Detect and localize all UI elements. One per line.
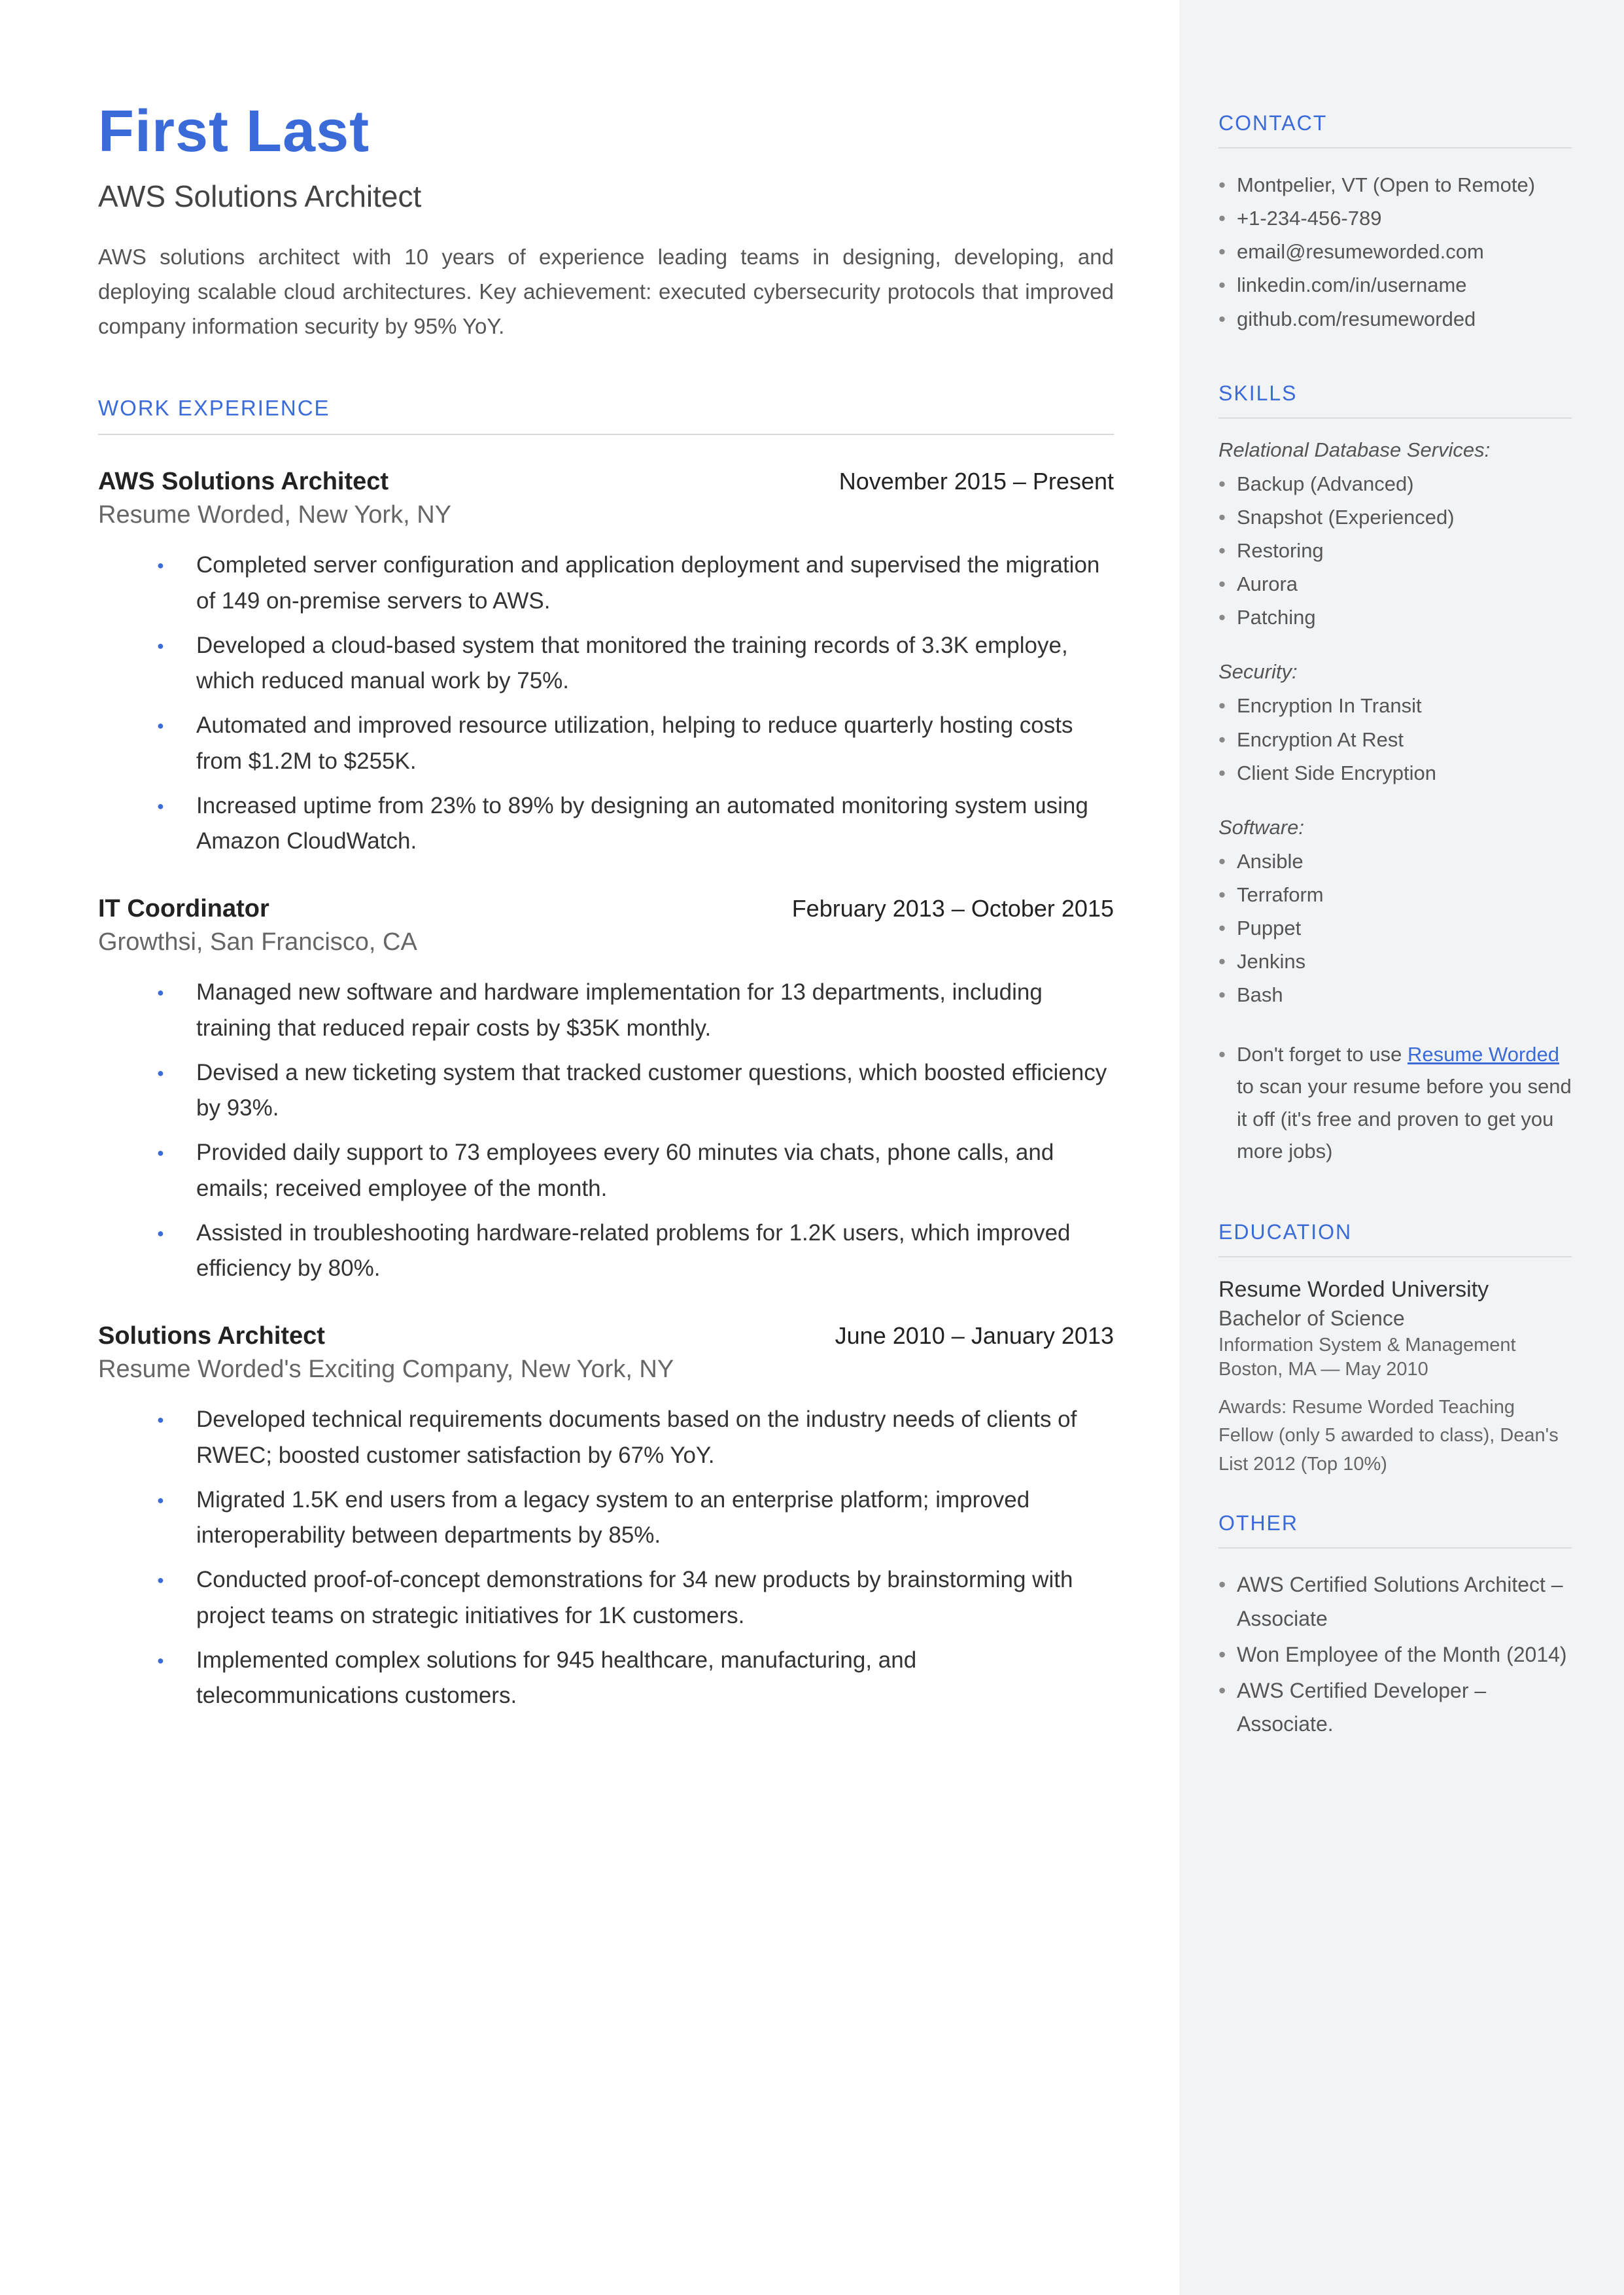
- note-suffix: to scan your resume before you send it o…: [1237, 1075, 1572, 1163]
- skill-item: Puppet: [1218, 911, 1572, 945]
- note-prefix: Don't forget to use: [1237, 1043, 1408, 1066]
- contact-item: github.com/resumeworded: [1218, 302, 1572, 336]
- contact-list: Montpelier, VT (Open to Remote)+1-234-45…: [1218, 168, 1572, 336]
- bullet-item: Developed technical requirements documen…: [170, 1402, 1114, 1473]
- person-name: First Last: [98, 98, 1114, 166]
- job-title: IT Coordinator: [98, 895, 269, 923]
- bullet-item: Assisted in troubleshooting hardware-rel…: [170, 1216, 1114, 1287]
- bullet-item: Automated and improved resource utilizat…: [170, 708, 1114, 779]
- divider: [1218, 1547, 1572, 1549]
- other-list: AWS Certified Solutions Architect – Asso…: [1218, 1568, 1572, 1741]
- job-dates: February 2013 – October 2015: [792, 895, 1114, 922]
- work-experience-heading: WORK EXPERIENCE: [98, 396, 1114, 421]
- job-company: Growthsi, San Francisco, CA: [98, 928, 1114, 956]
- skill-group: Software: AnsibleTerraformPuppetJenkinsBa…: [1218, 816, 1572, 1012]
- contact-item: email@resumeworded.com: [1218, 235, 1572, 268]
- contact-item: +1-234-456-789: [1218, 201, 1572, 235]
- bullet-item: Implemented complex solutions for 945 he…: [170, 1643, 1114, 1714]
- other-item: AWS Certified Solutions Architect – Asso…: [1218, 1568, 1572, 1635]
- skill-item: Jenkins: [1218, 945, 1572, 978]
- job-dates: November 2015 – Present: [839, 468, 1114, 495]
- job-title: Solutions Architect: [98, 1322, 325, 1350]
- job-bullets: Developed technical requirements documen…: [98, 1402, 1114, 1713]
- contact-item: Montpelier, VT (Open to Remote): [1218, 168, 1572, 201]
- summary-text: AWS solutions architect with 10 years of…: [98, 240, 1114, 343]
- education-heading: EDUCATION: [1218, 1220, 1572, 1244]
- job-dates: June 2010 – January 2013: [835, 1322, 1114, 1350]
- contact-item: linkedin.com/in/username: [1218, 268, 1572, 302]
- other-heading: OTHER: [1218, 1511, 1572, 1535]
- skill-list: Backup (Advanced)Snapshot (Experienced)R…: [1218, 467, 1572, 635]
- skill-item: Encryption In Transit: [1218, 689, 1572, 722]
- skill-item: Bash: [1218, 978, 1572, 1011]
- job-entry: AWS Solutions Architect November 2015 – P…: [98, 468, 1114, 859]
- bullet-item: Developed a cloud-based system that moni…: [170, 628, 1114, 699]
- skill-group: Relational Database Services: Backup (Adv…: [1218, 438, 1572, 635]
- divider: [1218, 417, 1572, 419]
- contact-heading: CONTACT: [1218, 111, 1572, 135]
- skill-group-title: Security:: [1218, 660, 1572, 684]
- education-degree: Bachelor of Science: [1218, 1306, 1572, 1331]
- education-awards: Awards: Resume Worded Teaching Fellow (o…: [1218, 1393, 1572, 1479]
- skill-group-title: Relational Database Services:: [1218, 438, 1572, 462]
- sidebar: CONTACT Montpelier, VT (Open to Remote)+…: [1179, 0, 1624, 2295]
- skill-list: Encryption In TransitEncryption At RestC…: [1218, 689, 1572, 789]
- job-title: AWS Solutions Architect: [98, 468, 389, 496]
- skill-item: Aurora: [1218, 567, 1572, 601]
- bullet-item: Conducted proof-of-concept demonstration…: [170, 1562, 1114, 1634]
- skill-item: Snapshot (Experienced): [1218, 500, 1572, 534]
- education-location: Boston, MA — May 2010: [1218, 1359, 1572, 1380]
- education-field: Information System & Management: [1218, 1335, 1572, 1356]
- skill-item: Backup (Advanced): [1218, 467, 1572, 500]
- job-entry: IT Coordinator February 2013 – October 20…: [98, 895, 1114, 1286]
- resume-worded-link[interactable]: Resume Worded: [1408, 1043, 1559, 1066]
- skill-list: AnsibleTerraformPuppetJenkinsBash: [1218, 845, 1572, 1012]
- job-company: Resume Worded, New York, NY: [98, 501, 1114, 529]
- divider: [1218, 1256, 1572, 1257]
- skill-group-title: Software:: [1218, 816, 1572, 839]
- education-block: Resume Worded University Bachelor of Sci…: [1218, 1277, 1572, 1479]
- job-entry: Solutions Architect June 2010 – January 2…: [98, 1322, 1114, 1713]
- bullet-item: Increased uptime from 23% to 89% by desi…: [170, 788, 1114, 860]
- job-bullets: Completed server configuration and appli…: [98, 548, 1114, 859]
- bullet-item: Devised a new ticketing system that trac…: [170, 1055, 1114, 1127]
- skill-item: Encryption At Rest: [1218, 723, 1572, 756]
- divider: [98, 434, 1114, 435]
- job-bullets: Managed new software and hardware implem…: [98, 975, 1114, 1286]
- skill-item: Restoring: [1218, 534, 1572, 567]
- bullet-item: Provided daily support to 73 employees e…: [170, 1135, 1114, 1206]
- other-item: AWS Certified Developer – Associate.: [1218, 1674, 1572, 1741]
- skill-item: Client Side Encryption: [1218, 756, 1572, 790]
- job-title-heading: AWS Solutions Architect: [98, 179, 1114, 214]
- skills-note: Don't forget to use Resume Worded to sca…: [1218, 1038, 1572, 1168]
- education-school: Resume Worded University: [1218, 1277, 1572, 1303]
- other-item: Won Employee of the Month (2014): [1218, 1638, 1572, 1672]
- skill-group: Security: Encryption In TransitEncryption…: [1218, 660, 1572, 789]
- skill-item: Patching: [1218, 601, 1572, 634]
- job-company: Resume Worded's Exciting Company, New Yo…: [98, 1356, 1114, 1384]
- main-column: First Last AWS Solutions Architect AWS s…: [0, 0, 1179, 2295]
- divider: [1218, 147, 1572, 149]
- bullet-item: Migrated 1.5K end users from a legacy sy…: [170, 1482, 1114, 1554]
- skill-item: Ansible: [1218, 845, 1572, 878]
- skill-item: Terraform: [1218, 878, 1572, 911]
- skills-heading: SKILLS: [1218, 381, 1572, 406]
- bullet-item: Completed server configuration and appli…: [170, 548, 1114, 619]
- bullet-item: Managed new software and hardware implem…: [170, 975, 1114, 1046]
